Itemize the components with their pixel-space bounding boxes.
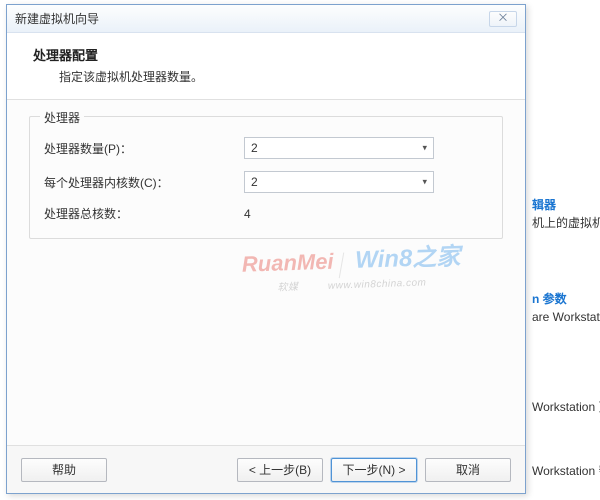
watermark-ruanmei: RuanMei [241,249,334,277]
wizard-body: 处理器 处理器数量(P)： 2 ▾ 每个处理器内核数(C)： 2 ▾ 处理器总核… [7,100,525,445]
bg-item1-desc: 机上的虚拟机的网 [532,214,600,231]
bg-item4-desc: Workstation 帮助 [532,462,600,479]
row-total-cores: 处理器总核数： 4 [44,205,488,222]
row-processor-count: 处理器数量(P)： 2 ▾ [44,137,488,159]
total-cores-label: 处理器总核数： [44,205,244,222]
next-button[interactable]: 下一步(N) > [331,458,417,482]
close-icon: ⨉ [499,13,507,24]
close-button[interactable]: ⨉ [489,11,517,27]
chevron-down-icon: ▾ [422,177,427,188]
row-cores-per-processor: 每个处理器内核数(C)： 2 ▾ [44,171,488,193]
watermark-win8: Win8之家 [355,243,461,274]
new-vm-wizard-dialog: 新建虚拟机向导 ⨉ 处理器配置 指定该虚拟机处理器数量。 处理器 处理器数量(P… [6,4,526,494]
watermark-separator [339,252,344,278]
group-label: 处理器 [40,109,84,126]
titlebar: 新建虚拟机向导 ⨉ [7,5,525,33]
page-title: 处理器配置 [33,45,499,64]
cores-value: 2 [251,175,258,189]
help-button[interactable]: 帮助 [21,458,107,482]
cores-per-processor-select[interactable]: 2 ▾ [244,171,434,193]
processor-count-select[interactable]: 2 ▾ [244,137,434,159]
processor-group: 处理器 处理器数量(P)： 2 ▾ 每个处理器内核数(C)： 2 ▾ 处理器总核… [29,116,503,239]
chevron-down-icon: ▾ [422,143,427,154]
bg-item1-title: 辑器 [532,196,556,213]
processor-count-value: 2 [251,141,258,155]
cancel-button[interactable]: 取消 [425,458,511,482]
processor-count-label: 处理器数量(P)： [44,140,244,157]
cores-label: 每个处理器内核数(C)： [44,174,244,191]
wizard-header: 处理器配置 指定该虚拟机处理器数量。 [7,33,525,100]
page-subtitle: 指定该虚拟机处理器数量。 [59,68,499,85]
bg-item2-desc: are Workstation 设 [532,308,600,325]
bg-item2-link: n 参数 [532,290,567,307]
watermark: RuanMei Win8之家 软媒 www.win8china.com [241,236,461,294]
window-title: 新建虚拟机向导 [15,10,99,27]
button-bar: 帮助 < 上一步(B) 下一步(N) > 取消 [7,445,525,493]
bg-item3-desc: Workstation 更新 [532,398,600,415]
total-cores-value: 4 [244,207,251,221]
back-button[interactable]: < 上一步(B) [237,458,323,482]
